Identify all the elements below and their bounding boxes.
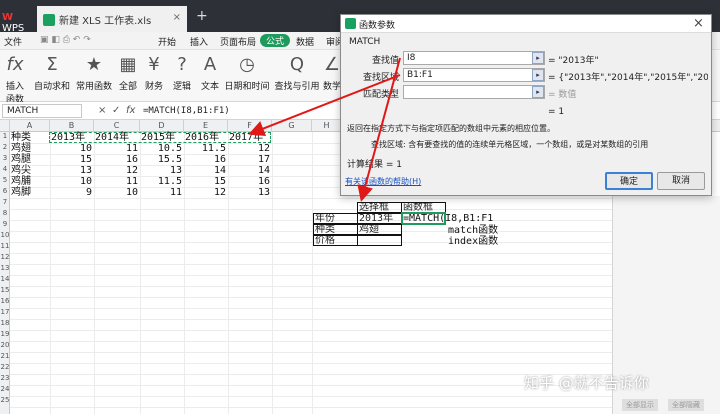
watermark: 知乎 @就不告诉你 xyxy=(524,374,649,392)
annotation-arrows xyxy=(248,57,401,202)
arrow-to-lookup-value xyxy=(357,57,401,202)
arrow-to-lookup-range xyxy=(248,74,401,137)
